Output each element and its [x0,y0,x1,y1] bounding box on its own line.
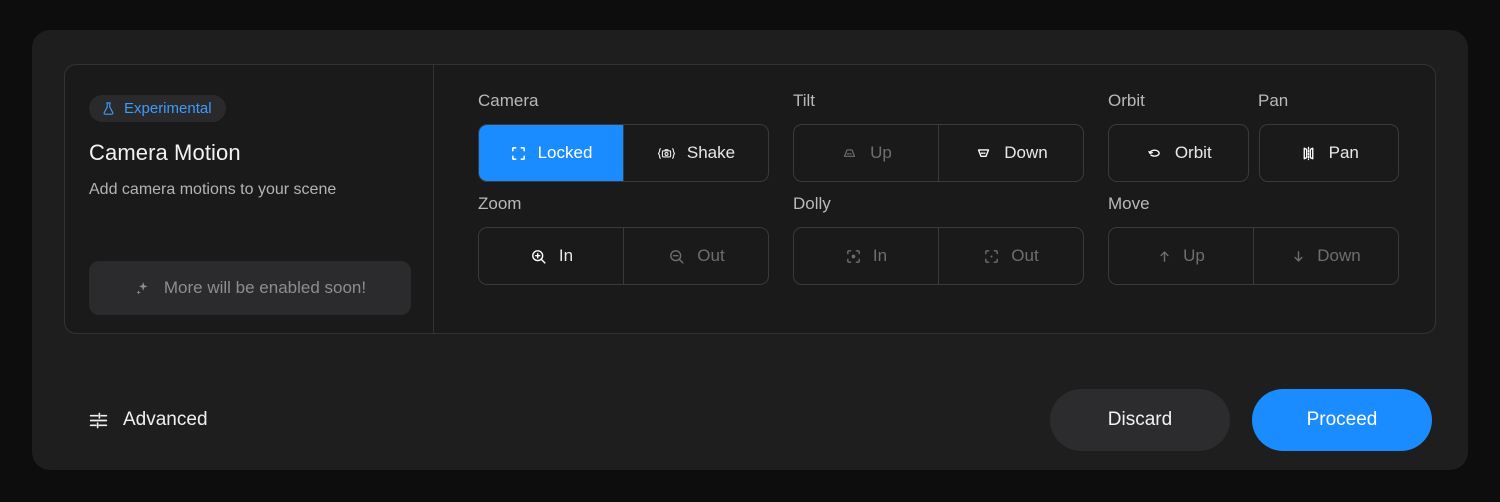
move-down-button: Down [1254,228,1398,284]
group-pan-label: Pan [1258,91,1288,111]
zoom-out-icon [667,247,686,266]
zoom-out-label: Out [697,246,724,266]
pan-label: Pan [1329,143,1359,163]
group-tilt: Tilt Up [793,91,1086,182]
zoom-in-button[interactable]: In [479,228,624,284]
dolly-in-icon [845,248,862,265]
app-root: Experimental Camera Motion Add camera mo… [0,0,1500,502]
group-orbit-label: Orbit [1108,91,1258,111]
intro-column: Experimental Camera Motion Add camera mo… [65,65,433,333]
dolly-out-icon [983,248,1000,265]
orbit-pan-buttons: Orbit Pan [1108,124,1399,182]
group-zoom-label: Zoom [478,194,771,214]
pan-button[interactable]: Pan [1259,124,1400,182]
crop-frame-icon [510,145,527,162]
group-move-label: Move [1108,194,1401,214]
dolly-in-label: In [873,246,887,266]
dolly-out-button: Out [939,228,1083,284]
discard-button[interactable]: Discard [1050,389,1230,451]
move-up-button: Up [1109,228,1254,284]
orbit-button[interactable]: Orbit [1108,124,1249,182]
move-segmented-control: Up Down [1108,227,1399,285]
orbit-label: Orbit [1175,143,1212,163]
group-dolly: Dolly [793,194,1086,285]
zoom-segmented-control: In Out [478,227,769,285]
camera-shake-label: Shake [687,143,735,163]
advanced-button[interactable]: Advanced [84,403,212,437]
tilt-down-label: Down [1004,143,1047,163]
orbit-icon [1145,145,1164,162]
group-camera-label: Camera [478,91,771,111]
tilt-up-label: Up [870,143,892,163]
group-tilt-label: Tilt [793,91,1086,111]
arrow-down-icon [1291,248,1306,265]
tilt-up-button: Up [794,125,939,181]
pan-icon [1299,145,1318,162]
group-move: Move Up [1108,194,1401,285]
experimental-badge-label: Experimental [124,101,212,116]
group-orbit-pan: Orbit Pan Orbit [1108,91,1401,182]
camera-locked-label: Locked [538,143,593,163]
move-up-label: Up [1183,246,1205,266]
experimental-badge: Experimental [89,95,226,122]
camera-locked-button[interactable]: Locked [479,125,624,181]
motion-controls-grid: Camera Locked [434,65,1435,333]
camera-motion-card: Experimental Camera Motion Add camera mo… [32,30,1468,470]
group-camera: Camera Locked [478,91,771,182]
tilt-down-button[interactable]: Down [939,125,1083,181]
more-soon-button: More will be enabled soon! [89,261,411,315]
camera-shake-icon [657,145,676,162]
group-dolly-label: Dolly [793,194,1086,214]
zoom-in-label: In [559,246,573,266]
dolly-in-button: In [794,228,939,284]
camera-motion-panel: Experimental Camera Motion Add camera mo… [64,64,1436,334]
advanced-label: Advanced [123,409,208,431]
flask-icon [101,101,116,116]
more-soon-label: More will be enabled soon! [164,278,366,298]
panel-title: Camera Motion [89,140,407,166]
dolly-segmented-control: In [793,227,1084,285]
tilt-up-icon [840,145,859,162]
proceed-button[interactable]: Proceed [1252,389,1432,451]
group-zoom: Zoom In [478,194,771,285]
arrow-up-icon [1157,248,1172,265]
zoom-in-icon [529,247,548,266]
zoom-out-button: Out [624,228,768,284]
tilt-down-icon [974,145,993,162]
camera-segmented-control: Locked [478,124,769,182]
move-down-label: Down [1317,246,1360,266]
card-footer: Advanced Discard Proceed [32,370,1468,470]
dolly-out-label: Out [1011,246,1038,266]
panel-subtitle: Add camera motions to your scene [89,181,407,199]
camera-shake-button[interactable]: Shake [624,125,768,181]
tilt-segmented-control: Up Down [793,124,1084,182]
sparkles-icon [134,280,151,297]
sliders-icon [88,410,109,431]
